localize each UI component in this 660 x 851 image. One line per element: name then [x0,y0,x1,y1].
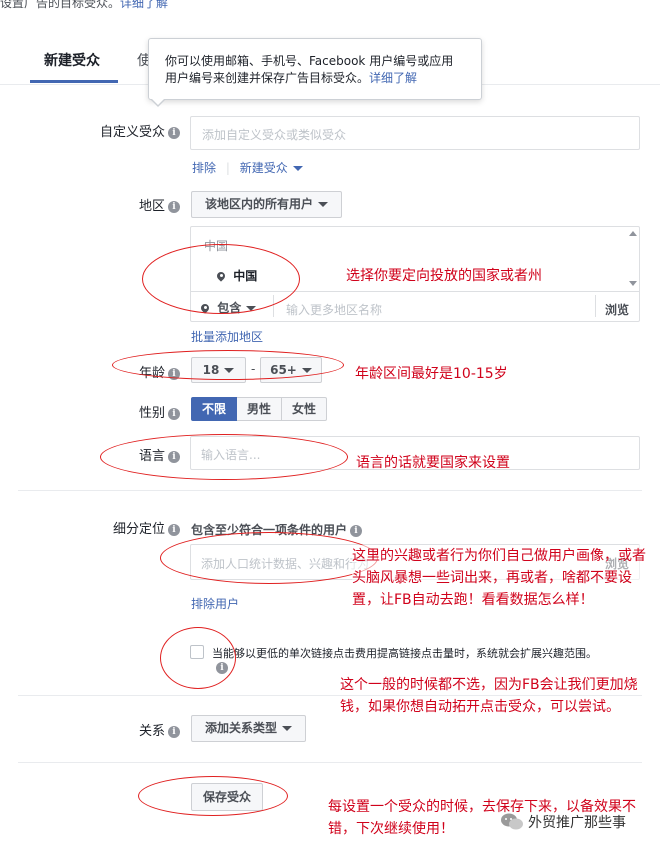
expand-interests-text: 当能够以更低的单次链接点击费用提高链接点击量时，系统就会扩展兴趣范围。 [212,647,597,660]
connections-value: 添加关系类型 [204,721,277,735]
connections-label-row: 关系 i [60,720,180,739]
scroll-down-icon[interactable] [629,281,637,286]
bulk-add-locations-link[interactable]: 批量添加地区 [191,328,263,345]
custom-audience-label-row: 自定义受众 i [60,121,180,140]
annotation-ellipse-save [138,776,288,816]
active-tab-indicator [30,80,118,83]
location-label: 地区 [138,199,165,214]
location-type-dropdown[interactable]: 该地区内的所有用户 [191,191,342,218]
create-new-audience-link[interactable]: 新建受众 [240,161,288,175]
annotation-expand: 这个一般的时候都不选，因为FB会让我们更加烧钱，如果你想自动拓开点击受众，可以尝… [340,677,638,715]
gender-option-all[interactable]: 不限 [191,397,238,421]
custom-audience-actions: 排除 | 新建受众 [192,159,303,176]
exclude-link[interactable]: 排除 [192,161,216,175]
location-label-row: 地区 i [60,195,180,214]
detailed-targeting-label-row: 细分定位 i [60,518,180,537]
section-divider [18,490,642,491]
gender-option-male[interactable]: 男性 [237,397,283,421]
annotation-ellipse-location [142,244,300,314]
detailed-targeting-label: 细分定位 [112,522,165,537]
top-description-text: 设置广告的目标受众。 [0,0,121,10]
watermark: 外贸推广那些事 [500,812,626,832]
watermark-text: 外贸推广那些事 [528,815,626,831]
chevron-down-icon[interactable] [292,166,303,171]
section-divider [18,762,642,763]
annotation-interests: 这里的兴趣或者行为你们自己做用户画像，或者头脑风暴想一些词出来，再或者，啥都不要… [352,545,657,611]
connections-label: 关系 [138,724,165,739]
custom-audience-placeholder: 添加自定义受众或类似受众 [202,128,347,142]
browse-divider [595,295,596,317]
top-description: 设置广告的目标受众。详细了解 [0,0,660,10]
location-type-value: 该地区内的所有用户 [204,197,313,211]
tooltip-arrow-fill [151,98,165,105]
info-icon[interactable]: i [168,407,180,420]
location-scrollbar[interactable] [629,231,637,291]
annotation-language: 语言的话就要国家来设置 [356,455,510,471]
annotation-ellipse-interests [160,532,378,584]
location-browse-button[interactable]: 浏览 [605,301,629,318]
annotation-ellipse-checkbox [160,627,236,689]
chevron-down-icon [282,726,292,731]
chevron-down-icon [318,202,328,207]
scroll-up-icon[interactable] [629,231,637,236]
info-icon[interactable]: i [168,200,180,213]
location-search-input[interactable]: 输入更多地区名称 [286,301,382,318]
separator: | [225,161,230,175]
info-icon[interactable]: i [168,523,180,536]
info-icon[interactable]: i [168,725,180,738]
annotation-age: 年龄区间最好是10-15岁 [355,366,508,382]
gender-label: 性别 [138,406,165,421]
tooltip: 你可以使用邮箱、手机号、Facebook 用户编号或应用用户编号来创建并保存广告… [148,38,482,100]
chat-bubble-icon [501,813,523,830]
custom-audience-label: 自定义受众 [99,125,165,140]
connections-dropdown[interactable]: 添加关系类型 [191,715,306,742]
annotation-ellipse-language [100,434,348,480]
learn-more-link[interactable]: 详细了解 [120,0,168,10]
gender-label-row: 性别 i [60,402,180,421]
tab-new-audience[interactable]: 新建受众 [44,50,100,70]
annotation-location: 选择你要定向投放的国家或者州 [346,268,542,284]
gender-option-female[interactable]: 女性 [282,397,328,421]
info-icon[interactable]: i [168,126,180,139]
gender-selector: 不限 男性 女性 [191,397,328,421]
tooltip-learn-more-link[interactable]: 详细了解 [369,71,417,85]
annotation-ellipse-age [112,350,344,380]
exclude-people-link[interactable]: 排除用户 [191,595,239,612]
custom-audience-input[interactable]: 添加自定义受众或类似受众 [190,116,640,150]
info-icon[interactable]: i [350,524,363,537]
